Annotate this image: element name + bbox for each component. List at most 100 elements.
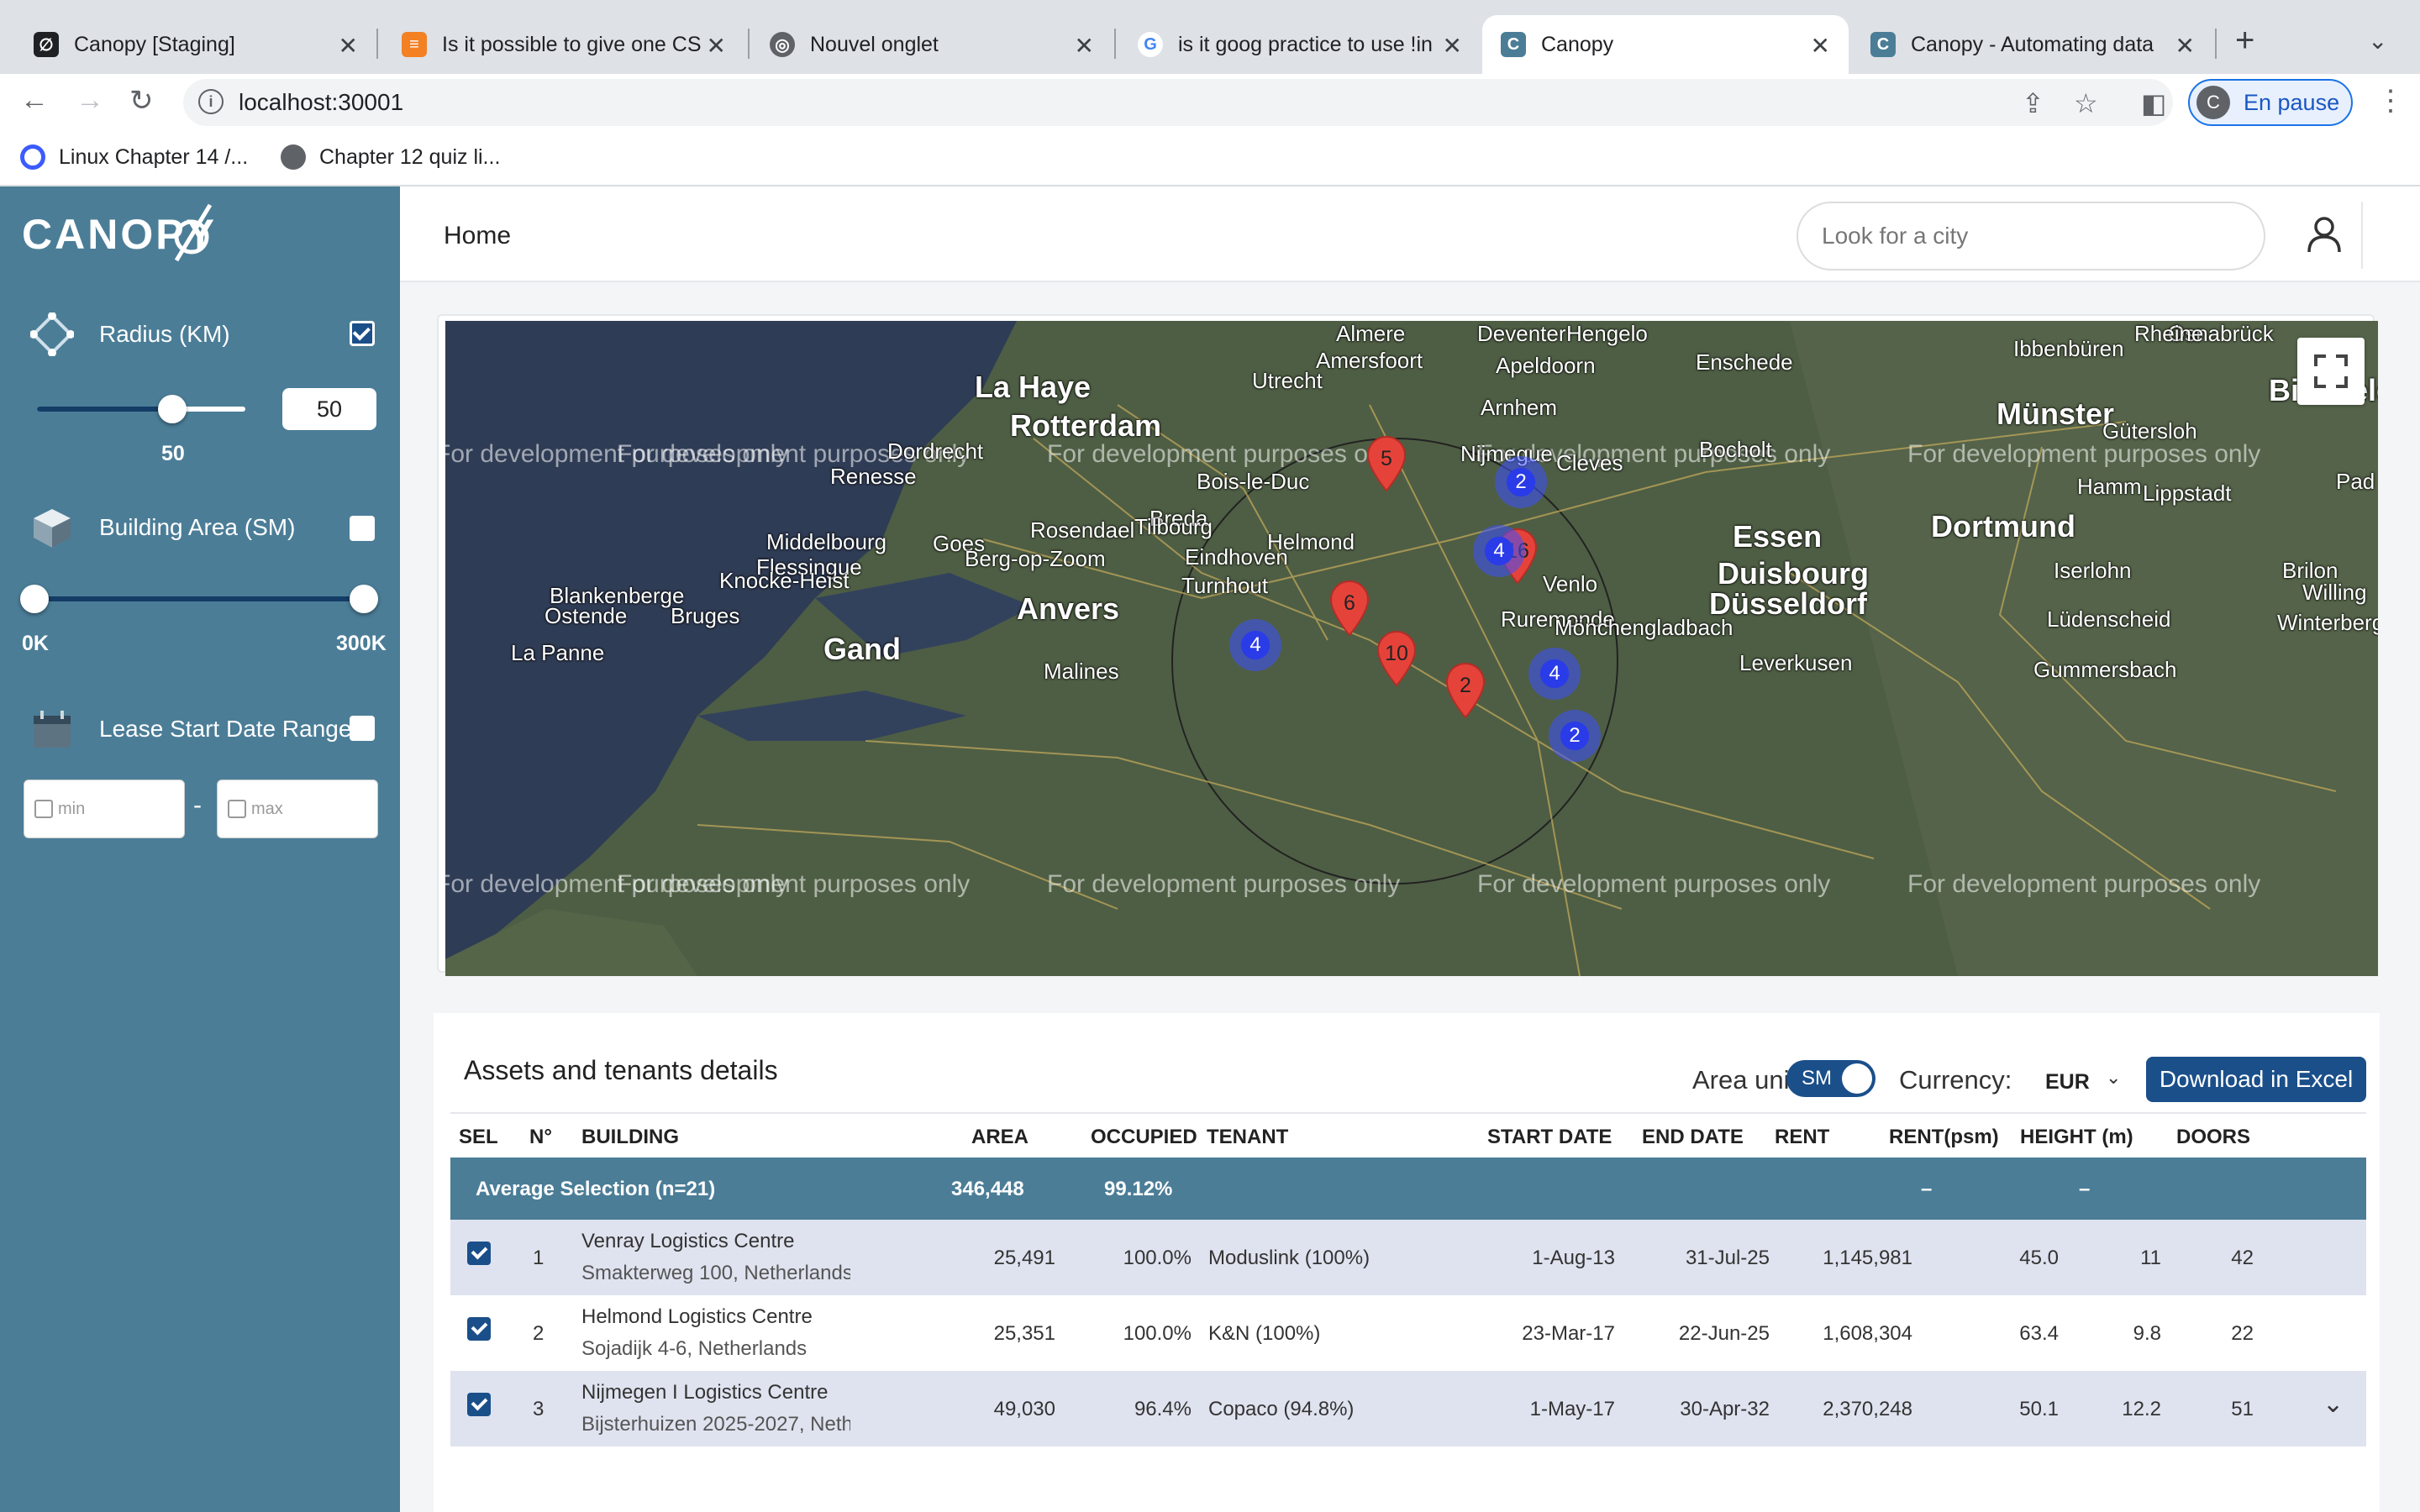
fullscreen-button[interactable] — [2297, 338, 2365, 405]
column-header[interactable]: AREA — [971, 1126, 1028, 1149]
table-row[interactable]: 2 Helmond Logistics Centre Sojadijk 4-6, N… — [450, 1295, 2366, 1371]
chevron-down-icon[interactable]: ⌄ — [2106, 1067, 2121, 1089]
row-select-checkbox[interactable] — [467, 1393, 491, 1416]
cell-tenant: K&N (100%) — [1208, 1322, 1321, 1345]
average-occupied: 99.12% — [1104, 1178, 1173, 1200]
map-city-label: Iserlohn — [2054, 558, 2132, 583]
breadcrumb-home[interactable]: Home — [444, 222, 511, 250]
browser-tab[interactable]: ◎ Nouvel onglet ✕ — [751, 15, 1113, 74]
cell-building: Helmond Logistics Centre — [581, 1305, 813, 1328]
profile-button[interactable]: C En pause — [2188, 79, 2353, 126]
map-cluster-marker[interactable]: 4 — [1473, 525, 1525, 577]
map-city-label: Helmond — [1267, 529, 1355, 554]
building-area-filter: Building Area (SM) — [30, 506, 295, 549]
cell-address: Bijsterhuizen 2025-2027, Netherlands — [581, 1413, 850, 1436]
url-text: localhost:30001 — [239, 89, 404, 115]
cell-n: 1 — [533, 1247, 544, 1269]
map-city-label: Ibbenbüren — [2013, 336, 2124, 361]
map-cluster-marker[interactable]: 2 — [1495, 456, 1547, 508]
cell-address: Smakterweg 100, Netherlands — [581, 1262, 850, 1284]
cell-tenant: Copaco (94.8%) — [1208, 1398, 1355, 1420]
chevron-down-icon[interactable]: ⌄ — [2323, 1389, 2344, 1419]
user-icon[interactable] — [2301, 212, 2348, 259]
area-slider-max-thumb[interactable] — [350, 585, 378, 613]
table-row[interactable]: 1 Venray Logistics Centre Smakterweg 100, … — [450, 1220, 2366, 1295]
radius-slider-track[interactable] — [37, 407, 245, 412]
map-pin-marker[interactable]: 6 — [1328, 580, 1371, 637]
chevron-down-icon[interactable]: ⌄ — [2368, 27, 2387, 55]
map[interactable]: For development purposes only For develo… — [445, 321, 2378, 976]
building-area-checkbox[interactable] — [350, 516, 375, 541]
info-icon[interactable]: i — [198, 89, 224, 114]
map-city-label: La Panne — [511, 640, 605, 665]
map-city-label: Gummersbach — [2033, 657, 2177, 682]
map-pin-marker[interactable]: 2 — [1444, 662, 1487, 719]
column-header[interactable]: RENT(psm) — [1889, 1126, 1999, 1149]
column-header[interactable]: RENT — [1775, 1126, 1829, 1149]
map-cluster-marker[interactable]: 4 — [1229, 619, 1281, 671]
cell-occupied: 100.0% — [1123, 1322, 1192, 1345]
cell-doors: 22 — [2231, 1322, 2254, 1345]
bookmark-item[interactable]: Linux Chapter 14 /... — [20, 144, 248, 170]
side-panel-icon[interactable]: ◧ — [2141, 87, 2166, 119]
map-city-label: Gütersloh — [2102, 418, 2197, 444]
table-row[interactable]: 3 Nijmegen I Logistics Centre Bijsterhuize… — [450, 1371, 2366, 1446]
browser-tab[interactable]: ≡ Is it possible to give one CS ✕ — [383, 15, 744, 74]
bookmark-label: Chapter 12 quiz li... — [319, 144, 501, 169]
column-header[interactable]: START DATE — [1487, 1126, 1612, 1149]
area-slider-min-thumb[interactable] — [20, 585, 49, 613]
map-city-label: Berg-op-Zoom — [965, 546, 1106, 571]
close-tab-icon[interactable]: ✕ — [1811, 32, 1830, 60]
radius-checkbox[interactable] — [350, 321, 375, 346]
map-pin-marker[interactable]: 10 — [1375, 630, 1418, 687]
map-city-label: Bois-le-Duc — [1197, 469, 1310, 494]
star-icon[interactable]: ☆ — [2074, 87, 2098, 119]
more-menu-icon[interactable]: ⋮ — [2376, 84, 2405, 118]
lease-max-date-input[interactable]: max — [217, 780, 378, 838]
cell-start: 1-May-17 — [1529, 1398, 1615, 1420]
area-min-label: 0K — [22, 632, 49, 655]
column-header[interactable]: OCCUPIED — [1091, 1126, 1197, 1149]
city-search-input[interactable] — [1797, 202, 2265, 270]
browser-tab[interactable]: C Canopy - Automating data ✕ — [1852, 15, 2213, 74]
close-tab-icon[interactable]: ✕ — [2175, 32, 2195, 60]
column-header[interactable]: END DATE — [1642, 1126, 1744, 1149]
cell-rent-psm: 63.4 — [2019, 1322, 2059, 1345]
new-tab-icon[interactable]: + — [2235, 22, 2254, 60]
browser-tab[interactable]: ∅ Canopy [Staging] ✕ — [15, 15, 376, 74]
browser-tab[interactable]: G is it goog practice to use !in ✕ — [1119, 15, 1481, 74]
reload-icon[interactable]: ↻ — [129, 84, 154, 118]
area-max-label: 300K — [336, 632, 387, 655]
lease-min-date-input[interactable]: min — [24, 780, 185, 838]
column-header[interactable]: HEIGHT (m) — [2020, 1126, 2133, 1149]
radius-slider-thumb[interactable] — [158, 395, 187, 423]
back-arrow-icon[interactable]: ← — [20, 84, 49, 117]
bookmark-item[interactable]: Chapter 12 quiz li... — [281, 144, 500, 170]
share-icon[interactable]: ⇪ — [2022, 87, 2044, 119]
lease-date-checkbox[interactable] — [350, 716, 375, 741]
cell-rent: 1,608,304 — [1823, 1322, 1912, 1345]
browser-tab-active[interactable]: C Canopy ✕ — [1482, 15, 1849, 74]
download-excel-button[interactable]: Download in Excel — [2146, 1057, 2366, 1102]
forward-arrow-icon[interactable]: → — [76, 84, 104, 117]
map-cluster-marker[interactable]: 2 — [1549, 710, 1601, 762]
address-bar[interactable]: i localhost:30001 — [183, 79, 2173, 126]
map-cluster-marker[interactable]: 4 — [1528, 648, 1581, 700]
area-slider-track[interactable] — [34, 596, 366, 601]
row-select-checkbox[interactable] — [467, 1242, 491, 1265]
close-tab-icon[interactable]: ✕ — [707, 32, 726, 60]
canopy-favicon-icon: C — [1870, 32, 1896, 57]
map-pin-marker[interactable]: 5 — [1365, 435, 1408, 492]
area-unit-toggle[interactable]: SM — [1786, 1060, 1876, 1097]
close-tab-icon[interactable]: ✕ — [1443, 32, 1462, 60]
column-header[interactable]: DOORS — [2176, 1126, 2250, 1149]
radius-label: Radius (KM) — [99, 321, 230, 347]
radius-value-input[interactable]: 50 — [282, 388, 376, 430]
table-header: SEL N° BUILDING AREA OCCUPIED TENANT STA… — [450, 1112, 2366, 1158]
currency-select[interactable]: EUR — [2045, 1070, 2090, 1095]
close-tab-icon[interactable]: ✕ — [1075, 32, 1094, 60]
row-select-checkbox[interactable] — [467, 1317, 491, 1341]
close-tab-icon[interactable]: ✕ — [339, 32, 358, 60]
bookmark-label: Linux Chapter 14 /... — [59, 144, 249, 169]
map-city-label: Cleves — [1556, 450, 1623, 475]
